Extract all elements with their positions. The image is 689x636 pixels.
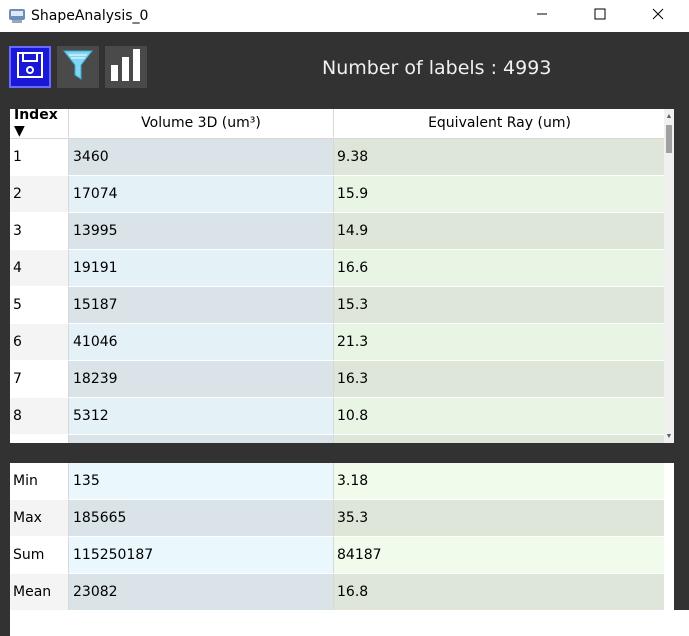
summary-label: Min [10, 463, 69, 500]
table-row[interactable] [10, 435, 665, 443]
table-header: Index ▼ Volume 3D (um³) Equivalent Ray (… [10, 109, 665, 139]
table-scrollbar[interactable]: ▲ ▼ [664, 109, 674, 443]
summary-row: Mean 23082 16.8 [10, 574, 665, 611]
cell-index: 1 [10, 139, 69, 176]
cell-ray: 16.6 [334, 250, 665, 287]
summary-ray: 84187 [334, 537, 664, 574]
column-header-volume[interactable]: Volume 3D (um³) [69, 109, 334, 138]
table-row[interactable]: 8 5312 10.8 [10, 398, 665, 435]
cell-ray: 14.9 [334, 213, 665, 250]
footer-area [10, 610, 689, 636]
cell-volume [69, 435, 334, 443]
table-row[interactable]: 7 18239 16.3 [10, 361, 665, 398]
summary-ray: 16.8 [334, 574, 664, 611]
summary-label: Mean [10, 574, 69, 611]
summary-ray: 35.3 [334, 500, 664, 537]
maximize-icon [594, 7, 606, 25]
cell-volume: 3460 [69, 139, 334, 176]
cell-volume: 5312 [69, 398, 334, 435]
app-logo-icon [8, 6, 26, 24]
cell-ray: 10.8 [334, 398, 665, 435]
cell-ray: 15.9 [334, 176, 665, 213]
cell-ray: 21.3 [334, 324, 665, 361]
minimize-icon [536, 7, 548, 25]
cell-index: 8 [10, 398, 69, 435]
summary-volume: 185665 [69, 500, 334, 537]
window-title: ShapeAnalysis_0 [31, 8, 149, 24]
scrollbar-thumb[interactable] [666, 125, 672, 153]
minimize-button[interactable] [513, 0, 571, 32]
bar-chart-icon [108, 47, 144, 88]
cell-volume: 15187 [69, 287, 334, 324]
summary-volume: 135 [69, 463, 334, 500]
table-row[interactable]: 3 13995 14.9 [10, 213, 665, 250]
cell-index: 4 [10, 250, 69, 287]
cell-ray: 9.38 [334, 139, 665, 176]
cell-volume: 13995 [69, 213, 334, 250]
cell-index: 7 [10, 361, 69, 398]
table-row[interactable]: 6 41046 21.3 [10, 324, 665, 361]
cell-index: 2 [10, 176, 69, 213]
summary-label: Sum [10, 537, 69, 574]
cell-ray: 15.3 [334, 287, 665, 324]
cell-index: 6 [10, 324, 69, 361]
summary-label: Max [10, 500, 69, 537]
cell-volume: 17074 [69, 176, 334, 213]
title-bar: ShapeAnalysis_0 [0, 0, 689, 32]
summary-volume: 23082 [69, 574, 334, 611]
cell-volume: 41046 [69, 324, 334, 361]
maximize-button[interactable] [571, 0, 629, 32]
cell-index [10, 435, 69, 443]
scroll-up-icon[interactable]: ▲ [664, 109, 674, 123]
close-button[interactable] [629, 0, 687, 32]
summary-row: Sum 115250187 84187 [10, 537, 665, 574]
summary-ray: 3.18 [334, 463, 664, 500]
summary-volume: 115250187 [69, 537, 334, 574]
summary-row: Max 185665 35.3 [10, 500, 665, 537]
cell-volume: 18239 [69, 361, 334, 398]
cell-ray: 16.3 [334, 361, 665, 398]
table-row[interactable]: 2 17074 15.9 [10, 176, 665, 213]
table-row[interactable]: 4 19191 16.6 [10, 250, 665, 287]
save-button[interactable] [9, 46, 51, 88]
measurements-table[interactable]: Index ▼ Volume 3D (um³) Equivalent Ray (… [10, 109, 674, 443]
summary-table: Min 135 3.18 Max 185665 35.3 Sum 1152501… [10, 463, 674, 611]
filter-button[interactable] [57, 46, 99, 88]
filter-icon [61, 47, 95, 88]
summary-row: Min 135 3.18 [10, 463, 665, 500]
cell-volume: 19191 [69, 250, 334, 287]
statistics-button[interactable] [105, 46, 147, 88]
close-icon [652, 7, 664, 25]
cell-ray [334, 435, 665, 443]
column-header-ray[interactable]: Equivalent Ray (um) [334, 109, 665, 138]
table-row[interactable]: 1 3460 9.38 [10, 139, 665, 176]
label-count-text: Number of labels : 4993 [322, 57, 552, 79]
save-icon [15, 50, 45, 85]
cell-index: 5 [10, 287, 69, 324]
table-row[interactable]: 5 15187 15.3 [10, 287, 665, 324]
scroll-down-icon[interactable]: ▼ [664, 429, 674, 443]
cell-index: 3 [10, 213, 69, 250]
column-header-index[interactable]: Index ▼ [10, 109, 69, 139]
